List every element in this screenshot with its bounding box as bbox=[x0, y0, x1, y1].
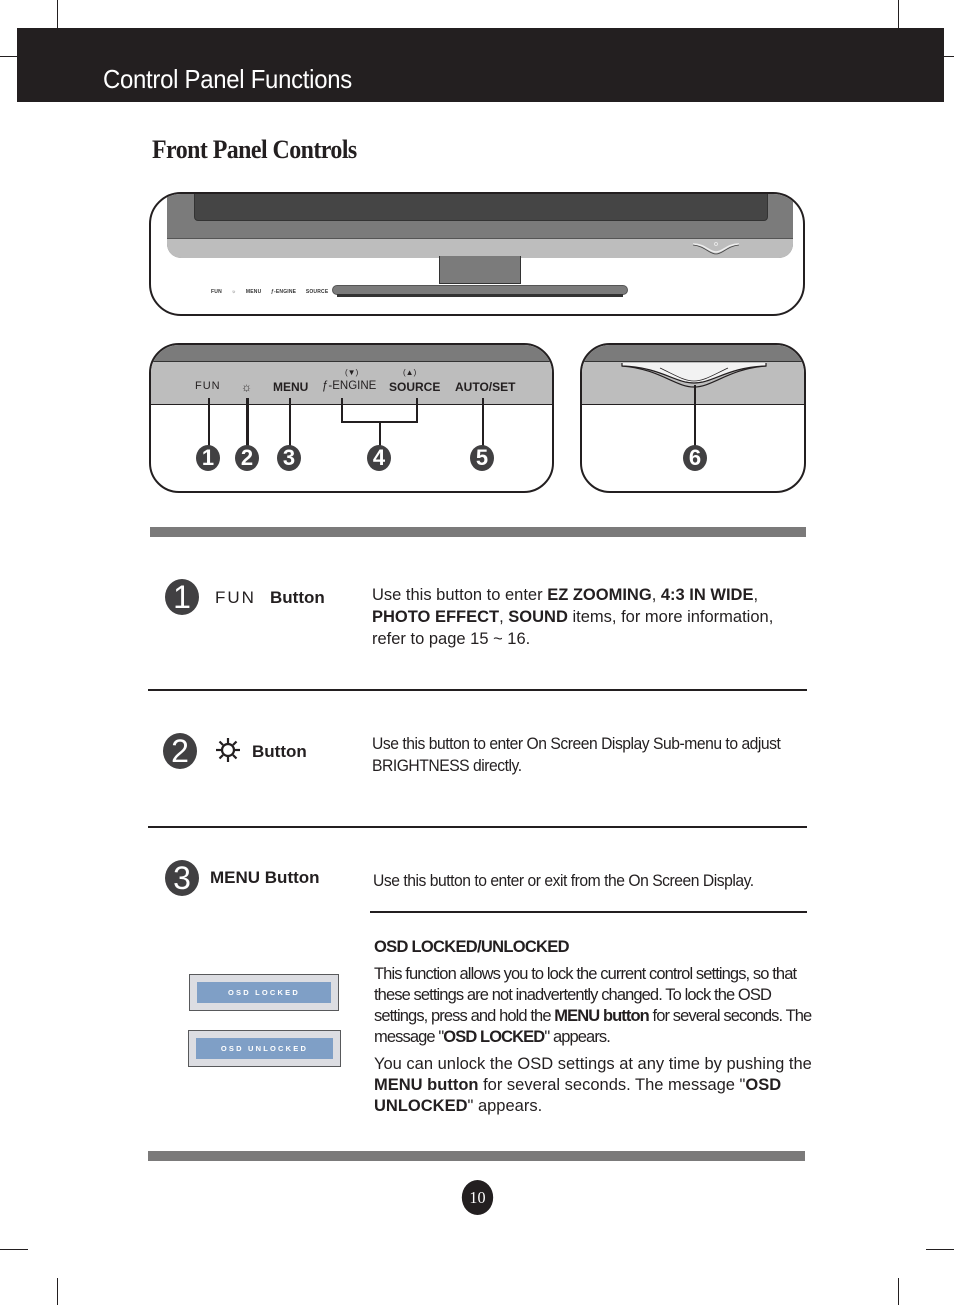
section-divider bbox=[150, 527, 806, 537]
item-description-1: Use this button to enter EZ ZOOMING, 4:3… bbox=[372, 584, 802, 650]
callout-5: 5 bbox=[470, 445, 494, 471]
leader-line bbox=[694, 385, 696, 447]
monitor-front-illustration: FUN ☼ MENU ƒ-ENGINE SOURCE AUTO/SET bbox=[149, 192, 805, 316]
osd-locked-message: OSD LOCKED bbox=[189, 974, 339, 1011]
bezel-band bbox=[151, 345, 552, 362]
monitor-stand-neck bbox=[439, 256, 521, 284]
monitor-stand-base-shadow bbox=[337, 294, 623, 297]
control-buttons-detail: FUN ☼ MENU (▼) ƒ-ENGINE (▲) SOURCE AUTO/… bbox=[149, 343, 554, 493]
emphasis: MENU button bbox=[554, 1007, 649, 1025]
text: , bbox=[651, 586, 661, 604]
callout-3: 3 bbox=[277, 445, 301, 471]
text: , bbox=[499, 608, 509, 626]
source-arrow-label: (▲) bbox=[403, 368, 417, 377]
monitor-screen bbox=[194, 194, 768, 221]
item-number-2: 2 bbox=[163, 733, 197, 769]
item-label-2: Button bbox=[252, 742, 307, 761]
item-divider bbox=[148, 826, 807, 828]
osd-description-1: This function allows you to lock the cur… bbox=[374, 964, 824, 1048]
header-title: Control Panel Functions bbox=[103, 64, 352, 94]
leader-line bbox=[246, 398, 249, 448]
osd-unlocked-message: OSD UNLOCKED bbox=[188, 1030, 341, 1067]
text: You can unlock the OSD settings at any t… bbox=[374, 1055, 812, 1073]
section-divider bbox=[148, 1151, 805, 1161]
emphasis: PHOTO EFFECT bbox=[372, 608, 500, 626]
osd-unlocked-label: OSD UNLOCKED bbox=[196, 1038, 333, 1059]
fun-logo-icon: FUN bbox=[215, 588, 256, 607]
callout-1: 1 bbox=[196, 445, 220, 471]
item-number-3: 3 bbox=[165, 860, 199, 896]
power-button-icon bbox=[692, 242, 740, 255]
item-label-1: Button bbox=[270, 588, 325, 607]
mini-label: FUN bbox=[211, 289, 222, 295]
brightness-sun-icon bbox=[216, 738, 240, 762]
crop-mark bbox=[0, 1249, 28, 1250]
item-divider bbox=[148, 689, 807, 691]
fengine-arrow-label: (▼) bbox=[345, 368, 359, 377]
leader-line bbox=[482, 398, 484, 448]
emphasis: SOUND bbox=[508, 608, 568, 626]
emphasis: OSD LOCKED bbox=[443, 1028, 545, 1046]
callout-2: 2 bbox=[235, 445, 259, 471]
leader-line bbox=[208, 398, 210, 448]
crop-mark bbox=[57, 1278, 58, 1305]
item-number-1: 1 bbox=[165, 579, 199, 615]
crop-mark bbox=[57, 0, 58, 28]
monitor-bezel: FUN ☼ MENU ƒ-ENGINE SOURCE AUTO/SET bbox=[167, 194, 793, 295]
crop-mark bbox=[898, 0, 899, 28]
power-button-detail: 6 bbox=[580, 343, 806, 493]
text: for several seconds. The message " bbox=[478, 1076, 746, 1094]
item-description-2: Use this button to enter On Screen Displ… bbox=[372, 735, 781, 775]
menu-button-label[interactable]: MENU bbox=[273, 380, 308, 394]
leader-line bbox=[289, 398, 291, 448]
brightness-button-label[interactable]: ☼ bbox=[241, 380, 252, 394]
osd-heading: OSD LOCKED/UNLOCKED bbox=[374, 938, 569, 956]
mini-label: ☼ bbox=[231, 289, 237, 295]
crop-mark bbox=[898, 1278, 899, 1305]
mini-label: MENU bbox=[245, 289, 262, 295]
leader-line bbox=[341, 398, 343, 422]
page-number: 10 bbox=[461, 1180, 494, 1215]
callout-6: 6 bbox=[683, 445, 707, 471]
item-label-3: MENU Button bbox=[210, 868, 320, 887]
leader-line bbox=[379, 421, 381, 447]
source-button-label[interactable]: SOURCE bbox=[389, 380, 440, 394]
osd-locked-label: OSD LOCKED bbox=[197, 982, 331, 1003]
osd-description-2: You can unlock the OSD settings at any t… bbox=[374, 1054, 814, 1117]
emphasis: MENU button bbox=[374, 1076, 479, 1094]
emphasis: 4:3 IN WIDE bbox=[660, 586, 754, 604]
callout-4: 4 bbox=[367, 445, 391, 471]
fengine-button-label[interactable]: ƒ-ENGINE bbox=[322, 380, 376, 392]
crop-mark bbox=[926, 1249, 954, 1250]
mini-label: SOURCE bbox=[305, 289, 329, 295]
crop-mark bbox=[0, 56, 17, 57]
text: , bbox=[753, 586, 759, 604]
mini-label: ƒ-ENGINE bbox=[271, 289, 297, 295]
text: " appears. bbox=[467, 1097, 543, 1115]
crop-mark bbox=[944, 56, 954, 57]
leader-line bbox=[416, 398, 418, 422]
emphasis: EZ ZOOMING bbox=[547, 586, 652, 604]
text: " appears. bbox=[544, 1028, 611, 1046]
sub-divider bbox=[370, 911, 807, 913]
fun-button-label[interactable]: FUN bbox=[195, 380, 221, 392]
text: Use this button to enter bbox=[372, 586, 548, 604]
item-description-3: Use this button to enter or exit from th… bbox=[373, 872, 754, 890]
autoset-button-label[interactable]: AUTO/SET bbox=[455, 380, 515, 394]
page-title: Front Panel Controls bbox=[152, 135, 357, 164]
